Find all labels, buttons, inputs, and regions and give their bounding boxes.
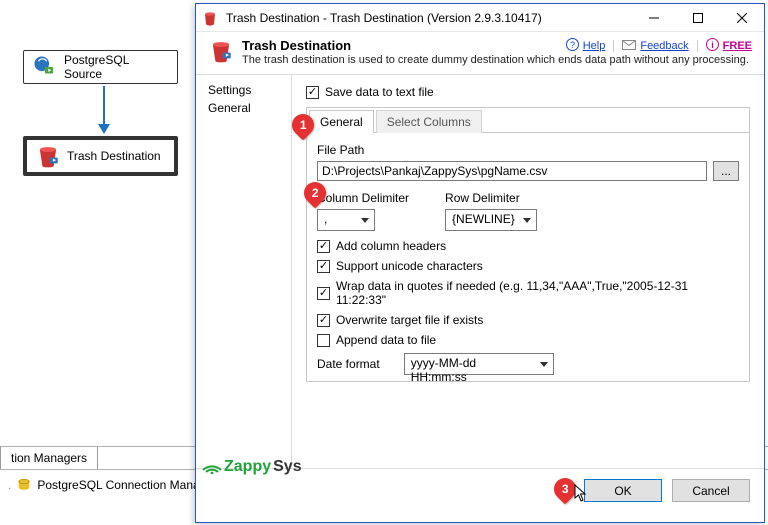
app-icon [196, 10, 224, 26]
opt-headers-label: Add column headers [336, 239, 446, 253]
dest-node-label: Trash Destination [67, 149, 161, 163]
save-to-file-label: Save data to text file [325, 85, 434, 99]
opt-append-label: Append data to file [336, 333, 436, 347]
window-title: Trash Destination - Trash Destination (V… [224, 11, 632, 25]
wifi-icon [202, 460, 222, 474]
svg-text:?: ? [570, 40, 575, 50]
opt-headers-checkbox[interactable] [317, 240, 330, 253]
general-panel: File Path D:\Projects\Pankaj\ZappySys\pg… [306, 133, 750, 382]
source-node-label: PostgreSQL Source [64, 53, 169, 81]
cursor-icon [574, 484, 588, 502]
col-delim-select[interactable]: , [317, 209, 375, 231]
trash-icon [35, 143, 61, 169]
opt-unicode-checkbox[interactable] [317, 260, 330, 273]
ok-button[interactable]: OK [584, 479, 662, 502]
feedback-link[interactable]: Feedback [640, 40, 688, 52]
zappysys-logo: ZappySys [202, 458, 302, 476]
col-delim-label: Column Delimiter [317, 191, 409, 205]
postgresql-icon [32, 54, 58, 80]
flow-arrow [98, 86, 110, 134]
main-panel: Save data to text file General Select Co… [292, 75, 764, 468]
header-title: Trash Destination [242, 38, 351, 53]
options-list: Add column headers Support unicode chara… [317, 239, 739, 347]
ssis-source-node[interactable]: PostgreSQL Source [23, 50, 178, 84]
connection-managers-tab[interactable]: tion Managers [0, 447, 98, 469]
filepath-input[interactable]: D:\Projects\Pankaj\ZappySys\pgName.csv [317, 161, 707, 181]
date-format-label: Date format [317, 357, 380, 371]
maximize-button[interactable] [676, 4, 720, 32]
sidebar: Settings General ZappySys [196, 75, 292, 468]
help-icon: ? [566, 38, 579, 54]
mail-icon [622, 40, 636, 53]
minimize-button[interactable] [632, 4, 676, 32]
trash-large-icon [208, 38, 234, 64]
ssis-dest-node[interactable]: Trash Destination [23, 136, 178, 176]
svg-text:i: i [711, 40, 714, 50]
tab-general[interactable]: General [309, 110, 374, 133]
save-to-file-checkbox[interactable] [306, 86, 319, 99]
row-delim-select[interactable]: {NEWLINE} [445, 209, 537, 231]
sidebar-item-general[interactable]: General [196, 99, 291, 117]
tab-select-columns[interactable]: Select Columns [376, 110, 482, 133]
trash-destination-dialog: Trash Destination - Trash Destination (V… [195, 3, 765, 523]
opt-wrap-checkbox[interactable] [317, 287, 330, 300]
bullet-icon: . [8, 478, 11, 492]
opt-append-checkbox[interactable] [317, 334, 330, 347]
titlebar[interactable]: Trash Destination - Trash Destination (V… [196, 4, 764, 32]
date-format-select[interactable]: yyyy-MM-dd HH:mm:ss [404, 353, 554, 375]
row-delim-label: Row Delimiter [445, 191, 537, 205]
header-description: The trash destination is used to create … [242, 54, 752, 66]
opt-overwrite-checkbox[interactable] [317, 314, 330, 327]
sidebar-item-settings[interactable]: Settings [196, 81, 291, 99]
opt-overwrite-label: Overwrite target file if exists [336, 313, 483, 327]
cancel-button[interactable]: Cancel [672, 479, 750, 502]
dialog-header: Trash Destination ? Help Feedback i FREE… [196, 32, 764, 74]
db-icon [17, 478, 31, 492]
info-icon: i [706, 38, 719, 54]
opt-unicode-label: Support unicode characters [336, 259, 483, 273]
filepath-label: File Path [317, 143, 739, 157]
browse-button[interactable]: ... [713, 161, 739, 181]
inner-tabs: General Select Columns [306, 107, 750, 133]
free-link[interactable]: FREE [723, 40, 752, 52]
help-link[interactable]: Help [583, 40, 606, 52]
header-links: ? Help Feedback i FREE [566, 38, 752, 54]
opt-wrap-label: Wrap data in quotes if needed (e.g. 11,3… [336, 279, 739, 307]
close-button[interactable] [720, 4, 764, 32]
